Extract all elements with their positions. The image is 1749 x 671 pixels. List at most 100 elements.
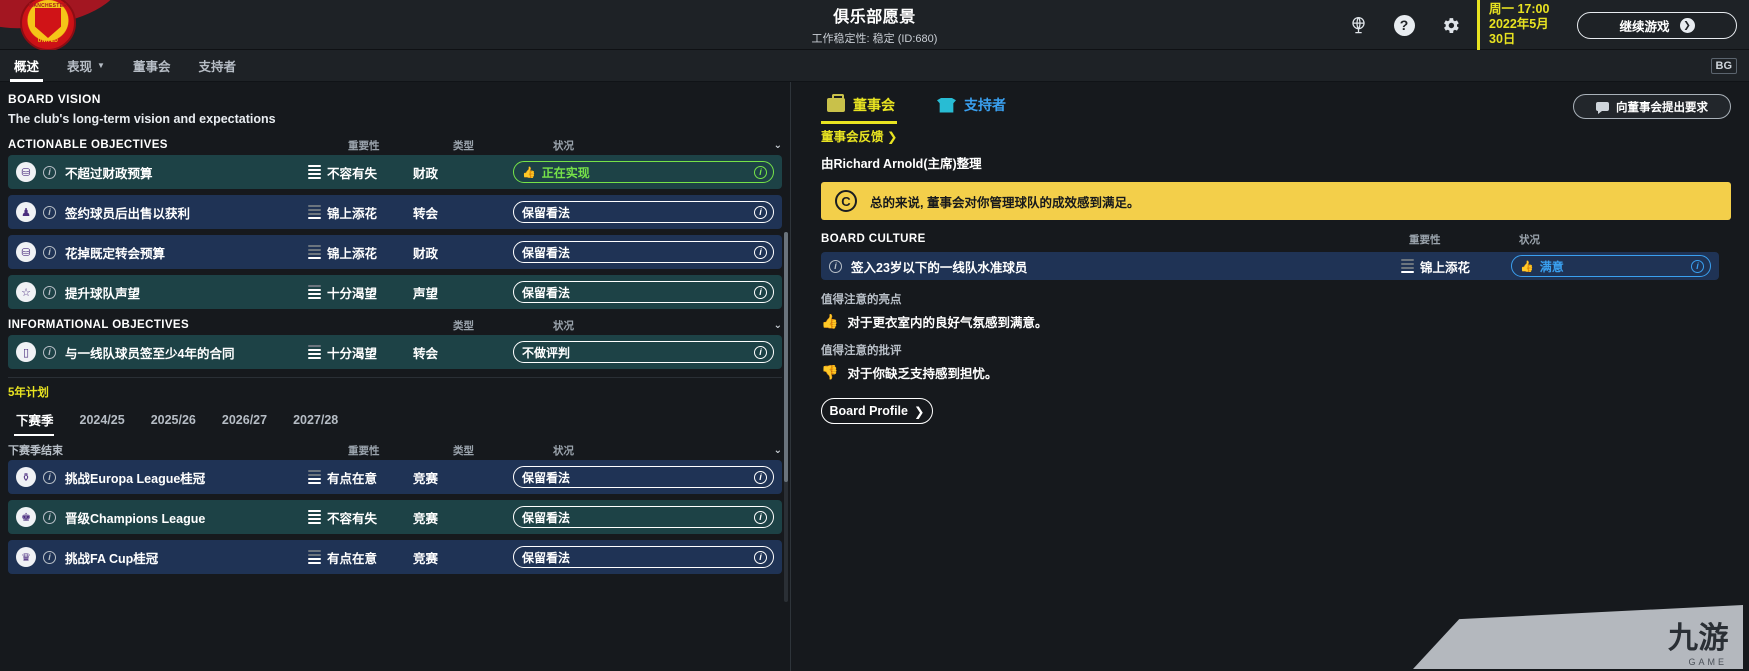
info-icon[interactable]: i [754, 245, 767, 259]
info-icon[interactable]: i [43, 245, 56, 259]
grade-badge: C [835, 190, 857, 212]
premier-league-icon: ♚ [16, 507, 36, 527]
season-tab-0[interactable]: 下赛季 [8, 406, 72, 436]
objective-name: 与一线队球员签至少4年的合同 [65, 346, 235, 361]
importance-cell: 不容有失 [308, 163, 413, 182]
season-tab-4[interactable]: 2027/28 [285, 409, 356, 434]
left-scrollbar-thumb[interactable] [784, 232, 788, 482]
info-icon[interactable]: i [754, 345, 767, 359]
info-icon[interactable]: i [754, 285, 767, 299]
season-tab-3[interactable]: 2026/27 [214, 409, 285, 434]
help-glyph: ? [1393, 14, 1415, 36]
objective-name: 签约球员后出售以获利 [65, 206, 191, 221]
info-icon[interactable]: i [754, 510, 767, 524]
info-icon[interactable]: i [829, 259, 842, 273]
status-badge[interactable]: 👍 满意 i [1511, 255, 1711, 277]
left-scrollbar-track[interactable] [784, 232, 788, 602]
page-title-block: 俱乐部愿景 工作稳定性: 稳定 (ID:680) [812, 3, 938, 46]
chevron-down-icon[interactable]: ⌄ [760, 140, 782, 151]
season-tab-bar: 下赛季 2024/25 2025/26 2026/27 2027/28 [0, 400, 790, 436]
table-row[interactable]: ⛁ i 不超过财政预算 不容有失 财政 👍 正在实现 i [8, 155, 782, 189]
importance-cell: 锦上添花 [308, 243, 413, 262]
gear-icon[interactable] [1427, 0, 1473, 50]
tab-board-label: 董事会 [853, 97, 895, 113]
club-crest[interactable]: MANCHESTER UNITED [0, 0, 130, 50]
nav-item-supporters[interactable]: 支持者 [184, 50, 250, 82]
info-icon[interactable]: i [754, 165, 767, 179]
type-cell: 财政 [413, 246, 439, 261]
plan-col-status: 状况 [553, 444, 574, 457]
table-row[interactable]: ♚ i 晋级Champions League 不容有失 竞赛 保留看法 i [8, 500, 782, 534]
table-row[interactable]: ☆ i 提升球队声望 十分渴望 声望 保留看法 i [8, 275, 782, 309]
status-badge[interactable]: 保留看法 i [513, 506, 774, 528]
bc-col-status: 状况 [1519, 233, 1540, 246]
info-icon[interactable]: i [1691, 259, 1704, 273]
nav-item-board[interactable]: 董事会 [119, 50, 185, 82]
plan-col-type: 类型 [453, 444, 474, 457]
culture-name: 签入23岁以下的一线队水准球员 [851, 260, 1028, 275]
status-label: 保留看法 [522, 245, 571, 260]
help-icon[interactable]: ? [1381, 0, 1427, 50]
tab-board[interactable]: 董事会 [821, 92, 905, 124]
objective-name: 提升球队声望 [65, 286, 141, 301]
importance-bars-icon [308, 244, 321, 260]
nav-item-performance[interactable]: 表现 ▼ [53, 50, 119, 82]
info-icon[interactable]: i [43, 165, 56, 179]
season-tab-2[interactable]: 2025/26 [143, 409, 214, 434]
bg-badge[interactable]: BG [1710, 57, 1737, 74]
status-badge[interactable]: 保留看法 i [513, 241, 774, 263]
status-badge[interactable]: 保留看法 i [513, 201, 774, 223]
importance-bars-icon [308, 509, 321, 525]
status-badge[interactable]: 保留看法 i [513, 546, 774, 568]
col-type-label-info: 类型 [453, 319, 474, 332]
info-icon[interactable]: i [43, 470, 56, 484]
info-icon[interactable]: i [43, 345, 56, 359]
nav-item-overview[interactable]: 概述 [0, 50, 53, 82]
info-icon[interactable]: i [43, 550, 56, 564]
informational-objectives-list: ▯ i 与一线队球员签至少4年的合同 十分渴望 转会 不做评判 i [0, 335, 790, 369]
importance-bars-icon [308, 164, 321, 180]
status-badge[interactable]: 保留看法 i [513, 281, 774, 303]
speech-bubble-icon [1596, 102, 1609, 114]
importance-label: 锦上添花 [327, 206, 378, 221]
table-row[interactable]: ⚱ i 挑战Europa League桂冠 有点在意 竞赛 保留看法 i [8, 460, 782, 494]
table-row[interactable]: ⛁ i 花掉既定转会预算 锦上添花 财政 保留看法 i [8, 235, 782, 269]
actionable-label: ACTIONABLE OBJECTIVES [8, 139, 168, 151]
status-badge[interactable]: 保留看法 i [513, 466, 774, 488]
board-profile-button[interactable]: Board Profile ❯ [821, 398, 933, 424]
status-badge[interactable]: 👍 正在实现 i [513, 161, 774, 183]
board-culture-header: BOARD CULTURE 重要性 状况 [809, 226, 1731, 252]
table-row[interactable]: ♟ i 签约球员后出售以获利 锦上添花 转会 保留看法 i [8, 195, 782, 229]
make-demand-label: 向董事会提出要求 [1616, 101, 1708, 114]
right-panel: 向董事会提出要求 董事会 支持者 董事会反馈 ❯ 由Richard Arnold… [791, 82, 1749, 671]
info-icon[interactable]: i [754, 470, 767, 484]
type-cell: 财政 [413, 166, 439, 181]
status-badge[interactable]: 不做评判 i [513, 341, 774, 363]
criticism-label: 值得注意的批评 [821, 345, 902, 357]
plan-objectives-list: ⚱ i 挑战Europa League桂冠 有点在意 竞赛 保留看法 i ♚ i 晋级Champi… [0, 460, 790, 574]
chevron-down-icon[interactable]: ⌄ [760, 320, 782, 331]
make-demand-button[interactable]: 向董事会提出要求 [1573, 94, 1731, 119]
table-row[interactable]: ♛ i 挑战FA Cup桂冠 有点在意 竞赛 保留看法 i [8, 540, 782, 574]
globe-icon[interactable] [1335, 0, 1381, 50]
board-feedback-link[interactable]: 董事会反馈 ❯ [809, 124, 1731, 145]
info-icon[interactable]: i [43, 205, 56, 219]
continue-game-button[interactable]: 继续游戏 ❯ [1577, 11, 1737, 39]
table-row[interactable]: i 签入23岁以下的一线队水准球员 锦上添花 👍 满意 i [821, 252, 1719, 280]
info-icon[interactable]: i [754, 550, 767, 564]
tab-supporters[interactable]: 支持者 [931, 92, 1016, 124]
player-icon: ♟ [16, 202, 36, 222]
info-icon[interactable]: i [43, 510, 56, 524]
date-line-date: 2022年5月30日 [1489, 17, 1549, 46]
importance-bars-icon [308, 344, 321, 360]
importance-label: 十分渴望 [327, 286, 378, 301]
page-title: 俱乐部愿景 [833, 9, 916, 26]
actionable-objectives-header: ACTIONABLE OBJECTIVES 重要性 类型 状况 ⌄ [0, 135, 790, 155]
info-icon[interactable]: i [754, 205, 767, 219]
table-row[interactable]: ▯ i 与一线队球员签至少4年的合同 十分渴望 转会 不做评判 i [8, 335, 782, 369]
chevron-down-icon[interactable]: ⌄ [760, 445, 782, 456]
season-tab-1[interactable]: 2024/25 [72, 409, 143, 434]
game-date: 周一 17:00 2022年5月30日 [1477, 0, 1561, 50]
coins-icon: ⛁ [16, 162, 36, 182]
info-icon[interactable]: i [43, 285, 56, 299]
